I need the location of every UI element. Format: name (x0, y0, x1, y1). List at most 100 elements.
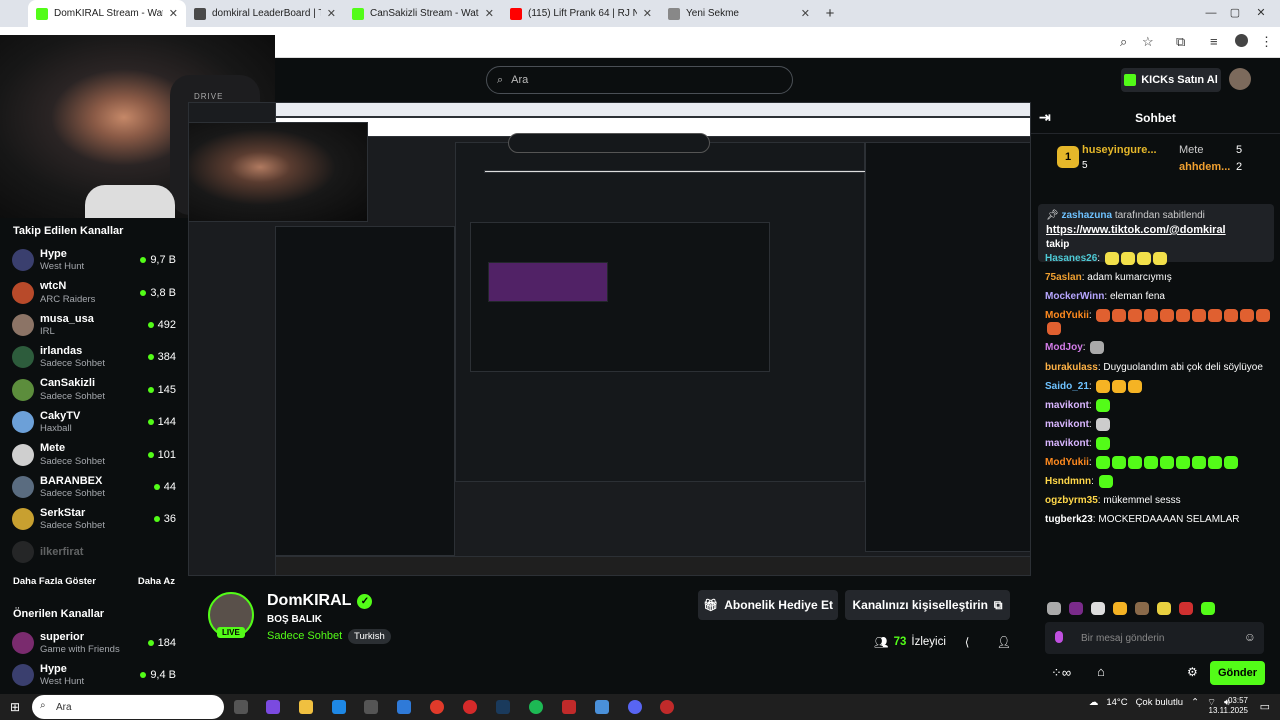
sidebar-item-hype[interactable]: Hype West Hunt 9,4 B (0, 659, 188, 691)
sidebar-item-cansakizli[interactable]: CanSakizli Sadece Sohbet 145 (0, 374, 188, 406)
follow-user-icon[interactable]: 👤︎ (996, 635, 1011, 649)
chrome-icon[interactable] (430, 700, 444, 714)
browser-tab[interactable]: CanSakizli Stream - Watch Live✕ (344, 0, 502, 27)
leaderboard-name-3: ahhdem... (1179, 161, 1231, 173)
app-icon[interactable] (660, 700, 674, 714)
emote-icon[interactable] (1201, 602, 1215, 615)
chat-username[interactable]: Hasanes26 (1045, 253, 1097, 264)
opera-icon[interactable] (463, 700, 477, 714)
tab-close-icon[interactable]: ✕ (485, 7, 494, 20)
store-app-icon[interactable] (364, 700, 378, 714)
kicks-icon[interactable]: ⁘∞ (1051, 665, 1071, 681)
send-button[interactable]: Gönder (1210, 661, 1265, 685)
buy-kicks-button[interactable]: KICKs Satın Al (1121, 68, 1221, 92)
chat-username[interactable]: ModJoy (1045, 343, 1083, 354)
channel-name[interactable]: DomKIRAL (267, 592, 351, 610)
emote-icon[interactable] (1047, 602, 1061, 615)
chat-username[interactable]: ModYukii (1045, 457, 1089, 468)
share-icon[interactable]: ⟨ (965, 635, 970, 649)
chat-username[interactable]: mavikont (1045, 419, 1089, 430)
bookmark-star-icon[interactable]: ☆ (1142, 34, 1154, 50)
sidebar-item-superior[interactable]: superior Game with Friends 184 (0, 627, 188, 659)
reading-list-icon[interactable]: ≡ (1210, 34, 1218, 49)
tab-close-icon[interactable]: ✕ (169, 7, 178, 20)
browser-menu-icon[interactable]: ⋮ (1260, 34, 1273, 50)
avatar (12, 346, 34, 369)
viewer-count: 101 (147, 449, 176, 461)
windows-start-icon[interactable]: ⊞ (10, 700, 20, 714)
sidebar-item-hype[interactable]: Hype West Hunt 9,7 B (0, 244, 188, 276)
emoji-icon[interactable]: ☺ (1244, 630, 1256, 644)
new-tab-button[interactable]: + (818, 0, 842, 27)
sidebar-item-baranbex[interactable]: BARANBEX Sadece Sohbet 44 (0, 471, 188, 503)
app-icon[interactable] (562, 700, 576, 714)
window-close-button[interactable]: ✕ (1238, 0, 1280, 27)
chevron-up-icon[interactable]: ⌃ (1191, 697, 1199, 708)
chat-username[interactable]: MockerWinn (1045, 291, 1104, 302)
sidebar-item-mete[interactable]: Mete Sadece Sohbet 101 (0, 438, 188, 470)
video-player[interactable] (188, 102, 1031, 576)
microphone-icon[interactable] (1055, 631, 1063, 643)
tab-close-icon[interactable]: ✕ (801, 7, 810, 20)
sidebar: Takip Edilen Kanallar Hype West Hunt 9,7 B… (0, 218, 188, 694)
sidebar-item-musa_usa[interactable]: musa_usa IRL 492 (0, 309, 188, 341)
file-explorer-icon[interactable] (299, 700, 313, 714)
chat-username[interactable]: ModYukii (1045, 310, 1089, 321)
customize-channel-button[interactable]: Kanalınızı kişiselleştirin ⧉ (845, 590, 1010, 620)
store-icon[interactable]: ⌂ (1097, 664, 1105, 679)
chat-username[interactable]: burakulass (1045, 362, 1098, 373)
emote-icon[interactable] (1157, 602, 1171, 615)
search-input[interactable]: ⌕ Ara (486, 66, 793, 94)
sidebar-item-cakytv[interactable]: CakyTV Haxball 144 (0, 406, 188, 438)
show-less-button[interactable]: Daha Az (138, 576, 175, 587)
chat-username[interactable]: 75aslan (1045, 272, 1082, 283)
discord-icon[interactable] (628, 700, 642, 714)
emote-icon (1192, 309, 1207, 323)
task-view-icon[interactable] (234, 700, 248, 714)
browser-tab[interactable]: DomKIRAL Stream - Watch Live✕ (28, 0, 186, 27)
gift-subscription-button[interactable]: 🎁︎ Abonelik Hediye Et (698, 590, 838, 620)
chat-input[interactable]: Bir mesaj gönderin ☺ (1045, 622, 1264, 654)
edge-icon[interactable] (332, 700, 346, 714)
tab-close-icon[interactable]: ✕ (643, 7, 652, 20)
notification-icon[interactable]: ▭ (1260, 700, 1270, 713)
settings-gear-icon[interactable]: ⚙ (1187, 665, 1198, 679)
profile-avatar[interactable] (1235, 34, 1248, 47)
app-icon[interactable] (595, 700, 609, 714)
browser-tab[interactable]: domkiral LeaderBoard | The be✕ (186, 0, 344, 27)
chat-username[interactable]: tugberk23 (1045, 514, 1093, 525)
steam-icon[interactable] (496, 700, 510, 714)
pinned-link[interactable]: https://www.tiktok.com/@domkiral (1046, 223, 1266, 238)
taskbar-search[interactable]: ⌕ Ara (32, 695, 224, 719)
chat-username[interactable]: mavikont (1045, 438, 1089, 449)
show-more-button[interactable]: Daha Fazla Göster (13, 576, 96, 587)
spotify-icon[interactable] (529, 700, 543, 714)
emote-icon[interactable] (1069, 602, 1083, 615)
mail-icon[interactable] (397, 700, 411, 714)
clock[interactable]: 03:57 13.11.2025 (1209, 696, 1248, 715)
chat-username[interactable]: mavikont (1045, 400, 1089, 411)
chat-username[interactable]: Hsndmnn (1045, 476, 1091, 487)
chat-username[interactable]: Saido_21 (1045, 381, 1089, 392)
sidebar-item-offline[interactable]: ilkerfirat (0, 536, 188, 568)
collapse-chat-icon[interactable]: ⇥ (1039, 109, 1051, 126)
sidebar-item-serkstar[interactable]: SerkStar Sadece Sohbet 36 (0, 503, 188, 535)
emote-icon[interactable] (1091, 602, 1105, 615)
browser-tab[interactable]: Yeni Sekme ✕ (660, 0, 818, 27)
emote-icon[interactable] (1113, 602, 1127, 615)
sidebar-item-wtcn[interactable]: wtcN ARC Raiders 3,8 B (0, 276, 188, 308)
copilot-icon[interactable] (266, 700, 280, 714)
stream-category[interactable]: Sadece Sohbet (267, 630, 342, 642)
emote-icon[interactable] (1179, 602, 1193, 615)
browser-tab[interactable]: (115) Lift Prank 64 | RJ Naved✕ (502, 0, 660, 27)
sidebar-item-irlandas[interactable]: irlandas Sadece Sohbet 384 (0, 341, 188, 373)
user-avatar[interactable] (1229, 68, 1251, 90)
stream-tag[interactable]: Turkish (348, 629, 391, 644)
emote-icon[interactable] (1135, 602, 1149, 615)
viewer-count: 36 (153, 513, 176, 525)
extensions-icon[interactable]: ⧉ (1176, 34, 1185, 50)
zoom-icon[interactable]: ⌕ (1120, 34, 1127, 50)
tab-close-icon[interactable]: ✕ (327, 7, 336, 20)
chat-username[interactable]: ogzbyrm35 (1045, 495, 1098, 506)
emote-icon (1176, 456, 1191, 470)
